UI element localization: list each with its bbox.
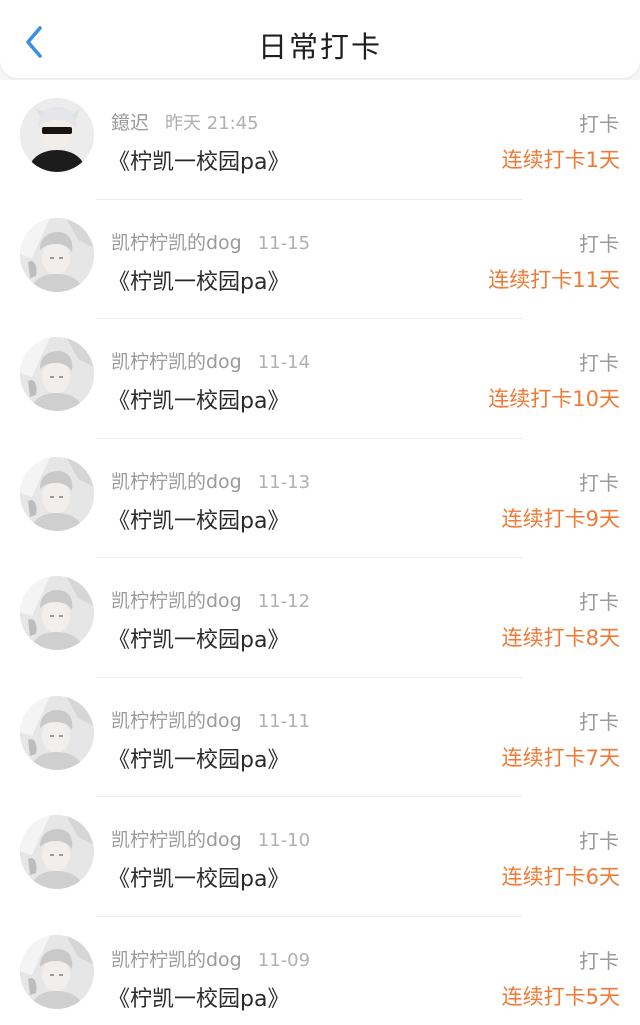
list-item[interactable]: 凯柠柠凯的dog 11-14 《柠凯一校园pa》 打卡 连续打卡10天	[0, 319, 640, 439]
username[interactable]: 鐿迟	[111, 112, 149, 134]
avatar-image	[20, 217, 94, 292]
avatar-image	[20, 576, 94, 650]
avatar-image	[20, 815, 94, 889]
username[interactable]: 凯柠柠凯的dog	[111, 829, 242, 851]
checkin-label: 打卡	[579, 112, 619, 136]
avatar-image	[20, 934, 94, 1009]
page-title: 日常打卡	[257, 30, 382, 64]
checkin-label: 打卡	[579, 709, 619, 734]
avatar[interactable]	[20, 576, 94, 650]
avatar[interactable]	[20, 815, 94, 889]
post-date: 11-12	[257, 591, 311, 612]
avatar-image	[20, 456, 94, 531]
username[interactable]: 凯柠柠凯的dog	[111, 471, 242, 493]
avatar[interactable]	[20, 456, 94, 531]
post-date: 昨天 21:45	[165, 113, 259, 134]
username[interactable]: 凯柠柠凯的dog	[111, 232, 242, 254]
avatar-image	[20, 695, 94, 770]
post-date: 11-15	[257, 232, 311, 254]
list-item[interactable]: 凯柠柠凯的dog 11-11 《柠凯一校园pa》 打卡 连续打卡7天	[0, 678, 640, 797]
avatar[interactable]	[20, 217, 94, 292]
list-item[interactable]: 凯柠柠凯的dog 11-15 《柠凯一校园pa》 打卡 连续打卡11天	[0, 200, 640, 319]
avatar-image	[20, 98, 94, 172]
streak-count: 连续打卡6天	[501, 865, 620, 889]
top-bar: 日常打卡	[0, 0, 640, 78]
avatar-image	[20, 337, 94, 411]
streak-count: 连续打卡1天	[501, 148, 620, 172]
topic-title[interactable]: 《柠凯一校园pa》	[108, 144, 289, 176]
streak-count: 连续打卡8天	[501, 626, 620, 650]
topic-title[interactable]: 《柠凯一校园pa》	[108, 742, 289, 774]
post-date: 11-09	[257, 949, 311, 971]
list-item[interactable]: 凯柠柠凯的dog 11-09 《柠凯一校园pa》 打卡 连续打卡5天	[0, 917, 640, 1025]
checkin-label: 打卡	[579, 231, 619, 256]
streak-count: 连续打卡11天	[488, 267, 620, 292]
username[interactable]: 凯柠柠凯的dog	[111, 949, 242, 971]
topic-title[interactable]: 《柠凯一校园pa》	[108, 383, 289, 415]
checkin-list: 鐿迟 昨天 21:45 《柠凯一校园pa》 打卡 连续打卡1天 凯柠柠凯的dog 1…	[0, 80, 640, 1025]
username[interactable]: 凯柠柠凯的dog	[111, 710, 242, 732]
checkin-label: 打卡	[579, 590, 619, 614]
post-date: 11-11	[257, 710, 311, 732]
list-item[interactable]: 鐿迟 昨天 21:45 《柠凯一校园pa》 打卡 连续打卡1天	[0, 80, 640, 200]
avatar[interactable]	[20, 98, 94, 172]
post-date: 11-14	[257, 352, 311, 373]
username[interactable]: 凯柠柠凯的dog	[111, 590, 242, 612]
post-date: 11-10	[257, 830, 311, 851]
list-item[interactable]: 凯柠柠凯的dog 11-10 《柠凯一校园pa》 打卡 连续打卡6天	[0, 797, 640, 917]
streak-count: 连续打卡10天	[488, 387, 620, 411]
topic-title[interactable]: 《柠凯一校园pa》	[108, 861, 289, 893]
username[interactable]: 凯柠柠凯的dog	[111, 351, 242, 373]
streak-count: 连续打卡5天	[501, 984, 620, 1009]
streak-count: 连续打卡7天	[501, 745, 620, 770]
checkin-label: 打卡	[579, 948, 619, 973]
avatar[interactable]	[20, 934, 94, 1009]
checkin-label: 打卡	[579, 351, 619, 375]
avatar[interactable]	[20, 695, 94, 770]
checkin-label: 打卡	[579, 470, 619, 495]
list-item[interactable]: 凯柠柠凯的dog 11-13 《柠凯一校园pa》 打卡 连续打卡9天	[0, 439, 640, 558]
topic-title[interactable]: 《柠凯一校园pa》	[108, 264, 289, 296]
topic-title[interactable]: 《柠凯一校园pa》	[108, 981, 289, 1013]
streak-count: 连续打卡9天	[501, 506, 620, 531]
topic-title[interactable]: 《柠凯一校园pa》	[108, 503, 289, 535]
checkin-label: 打卡	[579, 829, 619, 853]
list-item[interactable]: 凯柠柠凯的dog 11-12 《柠凯一校园pa》 打卡 连续打卡8天	[0, 558, 640, 678]
post-date: 11-13	[257, 471, 311, 493]
topic-title[interactable]: 《柠凯一校园pa》	[108, 622, 289, 654]
avatar[interactable]	[20, 337, 94, 411]
